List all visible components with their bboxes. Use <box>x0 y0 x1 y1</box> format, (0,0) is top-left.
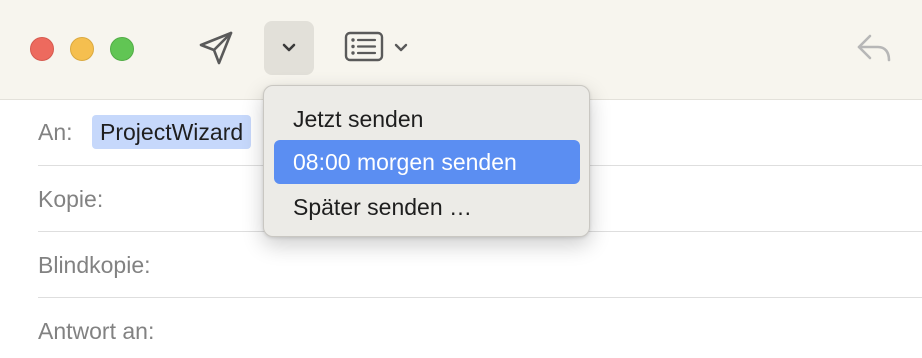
reply-button[interactable] <box>850 24 898 72</box>
chevron-down-icon <box>282 43 296 52</box>
menu-item-send-later[interactable]: Später senden … <box>274 185 580 229</box>
send-options-button[interactable] <box>264 21 314 75</box>
reply-to-label: Antwort an: <box>38 318 155 344</box>
reply-to-field-row[interactable]: Antwort an: <box>38 298 922 358</box>
compose-window: An: ProjectWizard Kopie: Blindkopie: Ant… <box>0 0 922 358</box>
bcc-label: Blindkopie: <box>38 252 151 278</box>
close-window-button[interactable] <box>30 37 54 61</box>
format-bar-button[interactable] <box>340 26 416 66</box>
format-bar-icon <box>344 31 408 62</box>
reply-arrow-icon <box>857 34 891 62</box>
paper-plane-icon <box>199 31 233 65</box>
zoom-window-button[interactable] <box>110 37 134 61</box>
recipient-token[interactable]: ProjectWizard <box>92 115 252 149</box>
bcc-field-row[interactable]: Blindkopie: <box>38 232 922 298</box>
cc-label: Kopie: <box>38 186 104 212</box>
send-options-menu: Jetzt senden 08:00 morgen senden Später … <box>263 85 590 237</box>
menu-item-send-now[interactable]: Jetzt senden <box>274 97 580 141</box>
menu-item-send-tomorrow[interactable]: 08:00 morgen senden <box>274 140 580 184</box>
send-button[interactable] <box>192 24 240 72</box>
minimize-window-button[interactable] <box>70 37 94 61</box>
to-label: An: <box>38 119 73 145</box>
